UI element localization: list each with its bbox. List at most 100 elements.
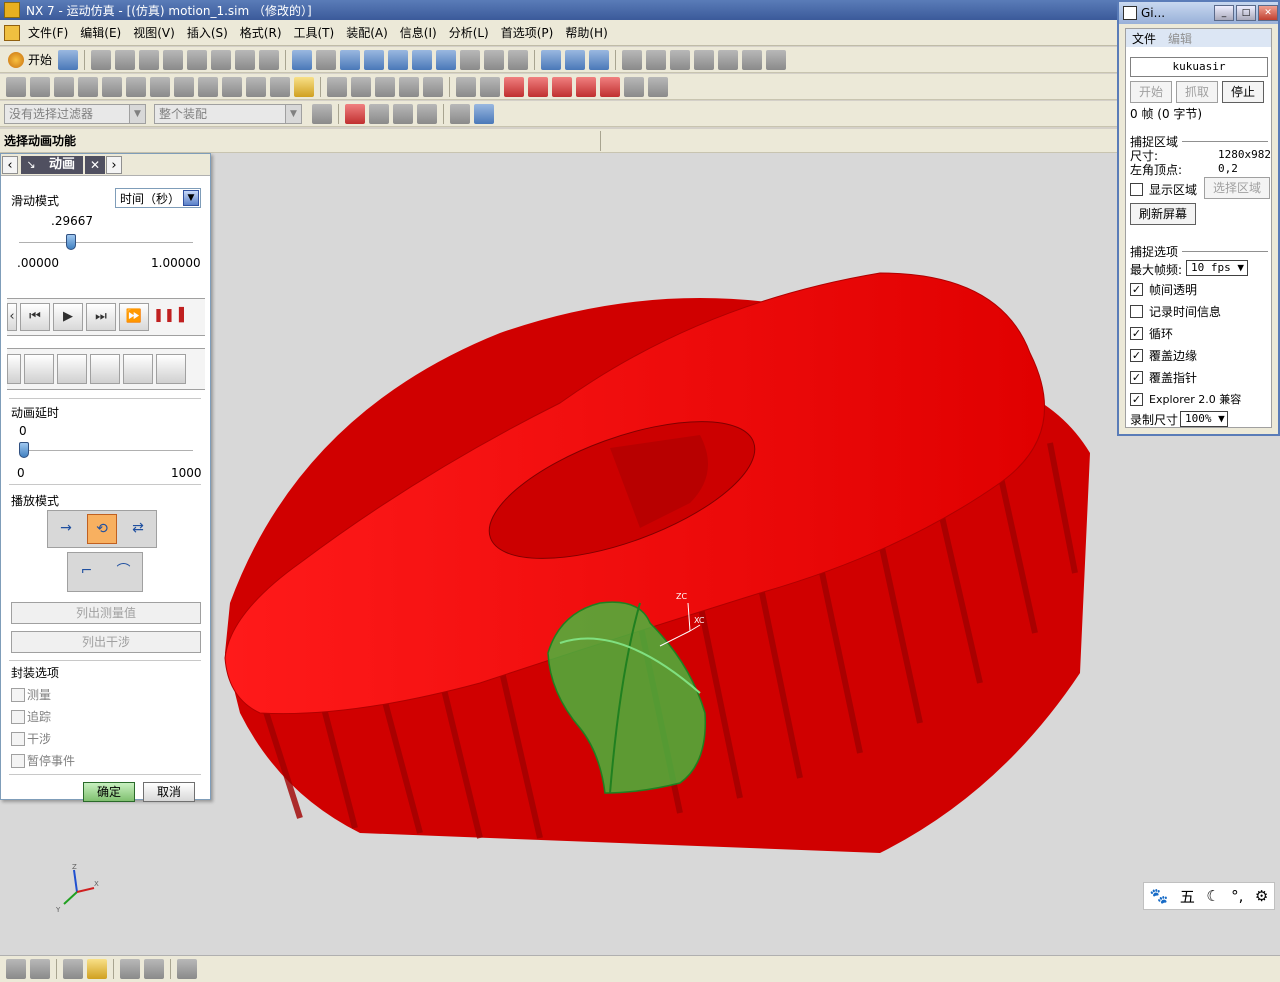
moon-icon[interactable]: ☾ (1206, 887, 1219, 905)
graph-icon[interactable] (375, 76, 395, 97)
orient-view-icon[interactable] (484, 49, 505, 70)
export-icon[interactable] (648, 76, 668, 97)
ok-button[interactable]: 确定 (83, 782, 135, 802)
pause-icon[interactable]: ❚❚ (152, 303, 176, 331)
paw-icon[interactable]: 🐾 (1150, 887, 1169, 905)
articulation-icon[interactable] (423, 76, 443, 97)
delete-icon[interactable] (163, 49, 184, 70)
wrench-icon[interactable] (30, 959, 50, 979)
explode-icon[interactable] (156, 354, 186, 384)
link-icon[interactable] (622, 49, 643, 70)
contact-icon[interactable] (270, 76, 290, 97)
spreadsheet-icon[interactable] (399, 76, 419, 97)
arrange-icon[interactable] (177, 959, 197, 979)
stop-icon[interactable]: ▌ (179, 303, 189, 331)
redo-icon[interactable] (211, 49, 232, 70)
punctuation-icon[interactable]: °, (1231, 887, 1243, 905)
play-reverse-icon[interactable]: ⇄ (123, 514, 153, 544)
step-back-icon[interactable]: ‹ (7, 303, 17, 331)
motion-env-icon[interactable] (565, 49, 586, 70)
torque-icon[interactable] (222, 76, 242, 97)
play-once-icon[interactable]: → (51, 514, 81, 544)
minimize-button[interactable]: _ (1214, 5, 1234, 21)
option-explorer-checkbox[interactable]: ✓ Explorer 2.0 兼容 (1130, 391, 1241, 407)
menu-edit[interactable]: 编辑(E) (74, 24, 127, 41)
rotate-icon[interactable] (364, 49, 385, 70)
snapshot-dropdown-icon[interactable] (7, 354, 21, 384)
max-fps-dropdown[interactable]: 10 fps ▼ (1186, 260, 1248, 276)
constraint-icon[interactable] (126, 76, 146, 97)
damper-icon[interactable] (718, 49, 739, 70)
select-area-button[interactable]: 选择区域 (1204, 177, 1270, 199)
package-measure-checkbox[interactable]: 测量 (11, 686, 51, 703)
menu-tools[interactable]: 工具(T) (288, 24, 341, 41)
menu-format[interactable]: 格式(R) (234, 24, 288, 41)
menu-assembly[interactable]: 装配(A) (340, 24, 394, 41)
cut-icon[interactable] (91, 49, 112, 70)
menu-view[interactable]: 视图(V) (127, 24, 181, 41)
show-area-checkbox[interactable]: 显示区域 (1130, 181, 1197, 198)
menu-info[interactable]: 信息(I) (394, 24, 443, 41)
background-icon[interactable] (508, 49, 529, 70)
start-button[interactable]: 开始 (4, 51, 56, 68)
snap-icon[interactable] (312, 103, 332, 124)
recorder-menu-edit[interactable]: 编辑 (1162, 30, 1198, 47)
glasses-icon[interactable] (259, 49, 280, 70)
point-snap-icon[interactable] (345, 103, 365, 124)
marker-icon[interactable] (54, 76, 74, 97)
snapshot-icon[interactable] (24, 354, 54, 384)
motion-joint-icon[interactable] (589, 49, 610, 70)
package-interference-checkbox[interactable]: 干涉 (11, 730, 51, 747)
measure-capture-icon[interactable] (90, 354, 120, 384)
reposition-icon[interactable] (144, 959, 164, 979)
time-slider-thumb[interactable] (65, 234, 76, 250)
trace-icon[interactable] (766, 49, 787, 70)
force-icon[interactable] (198, 76, 218, 97)
menu-help[interactable]: 帮助(H) (559, 24, 613, 41)
play-icon[interactable] (504, 76, 524, 97)
motion-navigator-icon[interactable] (541, 49, 562, 70)
pause-icon[interactable] (576, 76, 596, 97)
point-on-curve-icon[interactable] (150, 76, 170, 97)
cube-icon[interactable] (474, 103, 494, 124)
dialog-close-button[interactable]: ✕ (85, 155, 106, 174)
assembly-scope-dropdown[interactable]: 整个装配 ▼ (154, 103, 302, 124)
shaded-view-icon[interactable] (436, 49, 457, 70)
undo-icon[interactable] (187, 49, 208, 70)
menu-file[interactable]: 文件(F) (22, 24, 74, 41)
cancel-button[interactable]: 取消 (143, 782, 195, 802)
capture-icon[interactable] (57, 354, 87, 384)
refresh-screen-button[interactable]: 刷新屏幕 (1130, 203, 1196, 225)
tab-prev-button[interactable]: ‹ (2, 155, 18, 174)
coupler-icon[interactable] (670, 49, 691, 70)
joint-icon[interactable] (646, 49, 667, 70)
recorder-menu-file[interactable]: 文件 (1126, 30, 1162, 47)
edge-icon[interactable] (393, 103, 413, 124)
option-transparent-checkbox[interactable]: ✓ 帧间透明 (1130, 281, 1197, 298)
time-slider-track[interactable] (19, 242, 193, 244)
menu-preferences[interactable]: 首选项(P) (495, 24, 560, 41)
recorder-start-button[interactable]: 开始 (1130, 81, 1172, 103)
component-icon[interactable] (120, 959, 140, 979)
bounce-mode-icon[interactable]: ⌒ (109, 557, 139, 587)
prev-frame-icon[interactable] (480, 76, 500, 97)
slider-mode-dropdown[interactable]: 时间（秒） ▼ (115, 188, 201, 208)
list-interference-button[interactable]: 列出干涉 (11, 631, 201, 653)
assembly-icon[interactable] (63, 959, 83, 979)
trace-capture-icon[interactable] (123, 354, 153, 384)
animation-icon[interactable] (351, 76, 371, 97)
save-icon[interactable] (58, 49, 79, 70)
menu-insert[interactable]: 插入(S) (181, 24, 234, 41)
constraint-icon[interactable] (87, 959, 107, 979)
tab-animation[interactable]: 动画 (41, 155, 84, 174)
stop-icon[interactable] (600, 76, 620, 97)
play-loop-icon[interactable]: ⟲ (87, 514, 117, 544)
next-frame-icon[interactable] (528, 76, 548, 97)
body-icon[interactable] (417, 103, 437, 124)
repeat-icon[interactable] (235, 49, 256, 70)
recorder-grab-button[interactable]: 抓取 (1176, 81, 1218, 103)
gear-joint-icon[interactable] (102, 76, 122, 97)
play-icon[interactable]: ▶ (53, 303, 83, 331)
bushing-icon[interactable] (246, 76, 266, 97)
perspective-icon[interactable] (412, 49, 433, 70)
